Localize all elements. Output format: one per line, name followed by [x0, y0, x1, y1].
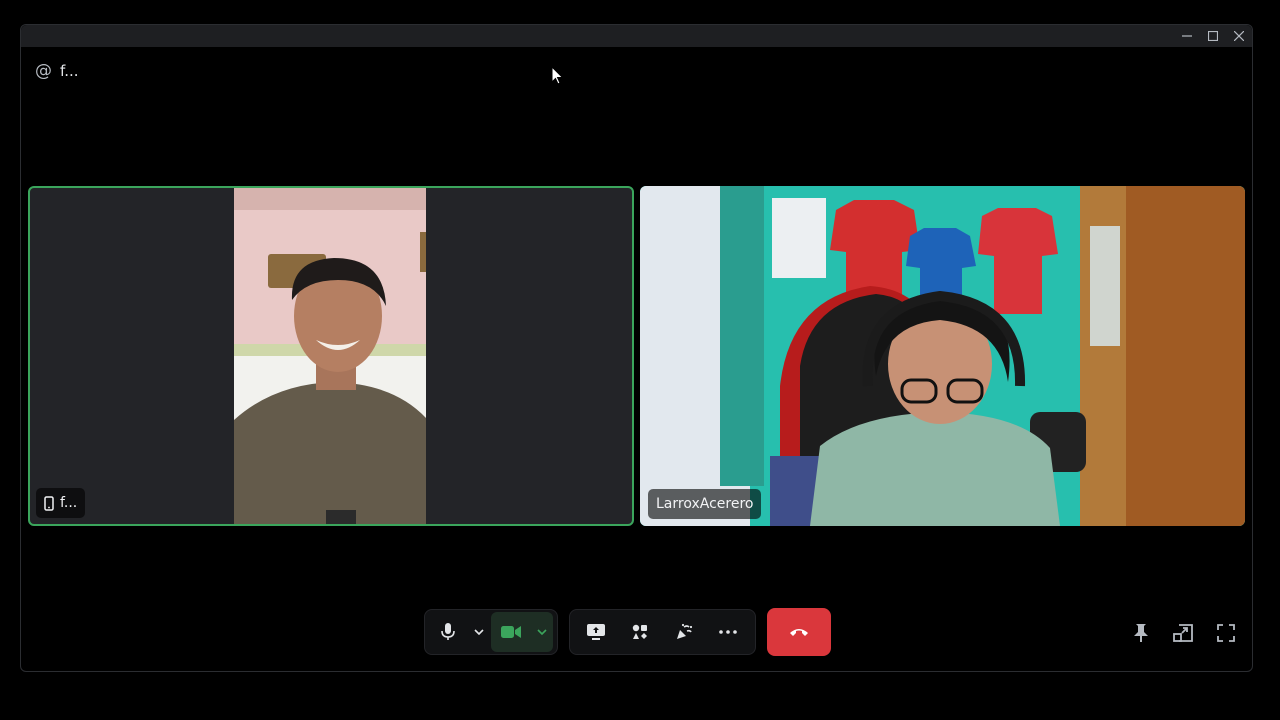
fullscreen-icon	[1217, 624, 1235, 642]
participant-name-pill-2: LarroxAcerero	[648, 489, 762, 519]
channel-name[interactable]: f...	[60, 62, 79, 80]
chevron-down-icon	[474, 629, 484, 635]
pop-out-button[interactable]	[1169, 619, 1197, 647]
at-icon: @	[35, 61, 52, 81]
mic-options-button[interactable]	[468, 612, 491, 652]
call-window: @ f... f... LarroxAcerero	[20, 24, 1253, 672]
camera-icon	[501, 626, 521, 638]
soundboard-button[interactable]	[662, 612, 706, 652]
pop-out-icon	[1173, 624, 1193, 642]
more-button[interactable]	[706, 612, 750, 652]
disconnect-button[interactable]	[767, 608, 831, 656]
mouse-cursor-icon	[551, 66, 564, 85]
pin-button[interactable]	[1127, 619, 1155, 647]
participant-video-2	[640, 186, 1245, 526]
fullscreen-button[interactable]	[1212, 619, 1240, 647]
camera-button[interactable]	[491, 612, 531, 652]
participant-name: LarroxAcerero	[656, 496, 754, 512]
mobile-phone-icon	[44, 495, 54, 511]
close-icon[interactable]	[1226, 25, 1252, 47]
more-icon	[719, 630, 737, 634]
soundboard-icon	[677, 623, 693, 639]
screen-share-icon	[587, 624, 605, 640]
pin-icon	[1134, 624, 1148, 642]
activities-button[interactable]	[618, 612, 662, 652]
screen-share-button[interactable]	[574, 612, 618, 652]
participant-name-pill-1: f...	[36, 488, 86, 518]
action-controls	[569, 609, 756, 655]
hang-up-icon	[790, 629, 808, 636]
camera-control	[491, 612, 553, 652]
action-group	[569, 608, 756, 656]
mute-button[interactable]	[429, 612, 468, 652]
participant-tile-1[interactable]: f...	[28, 186, 634, 526]
microphone-icon	[441, 623, 456, 640]
audio-video-controls	[424, 609, 558, 655]
chevron-down-icon	[537, 629, 547, 635]
channel-header: @ f...	[35, 61, 79, 81]
camera-options-button[interactable]	[531, 612, 553, 652]
participant-video-1	[234, 188, 426, 524]
minimize-icon[interactable]	[1174, 25, 1200, 47]
activities-icon	[632, 624, 647, 639]
participant-name: f...	[60, 495, 78, 511]
audio-video-group	[424, 608, 558, 656]
participant-tile-2[interactable]: LarroxAcerero	[640, 186, 1245, 526]
title-bar	[21, 25, 1252, 47]
maximize-icon[interactable]	[1200, 25, 1226, 47]
